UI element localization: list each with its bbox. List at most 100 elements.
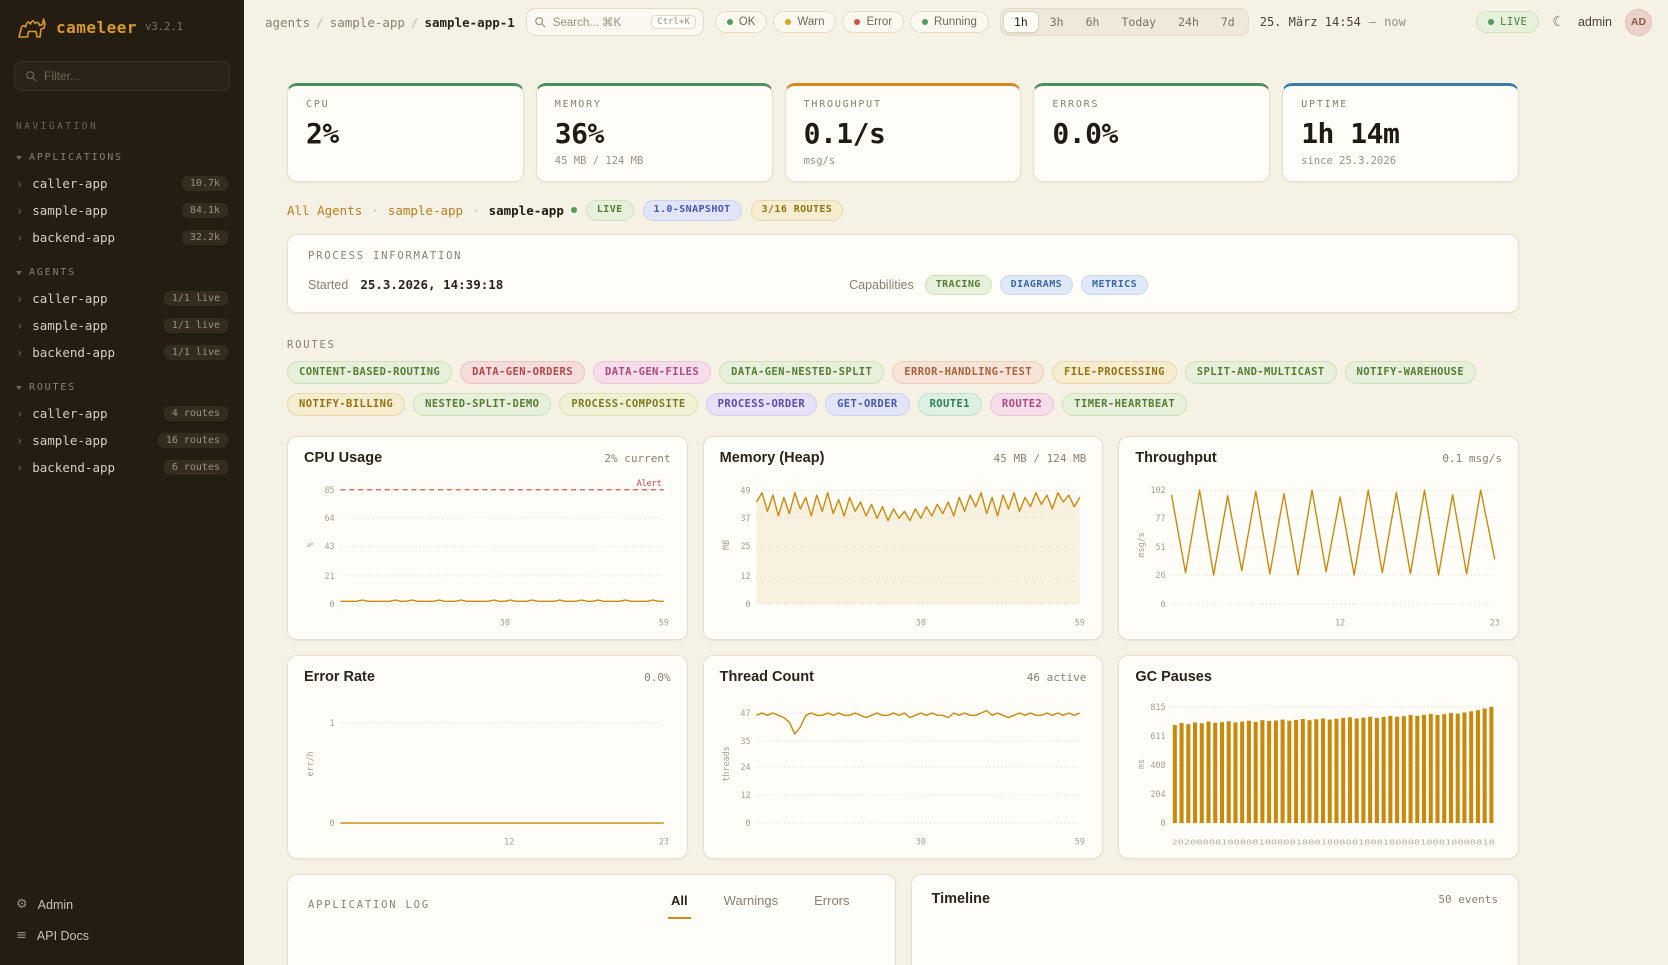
process-info-title: PROCESS INFORMATION [308,250,1498,262]
date-range-picker[interactable]: 25. März 14:54 — now [1260,15,1406,29]
sidebar-footer-admin[interactable]: ⚙Admin [16,897,228,912]
log-tab-warnings[interactable]: Warnings [721,891,781,919]
sidebar-item-badge: 1/1 live [164,345,228,360]
sidebar-item-agents-caller-app[interactable]: ›caller-app1/1 live [0,285,244,312]
route-pill-route2[interactable]: ROUTE2 [990,393,1054,416]
sidebar-group-header-applications[interactable]: APPLICATIONS [0,136,244,170]
chart-card-cpu-usage: CPU Usage2% current856443210%3059Alert [287,436,688,640]
stat-card-memory: MEMORY36%45 MB / 124 MB [536,83,773,182]
topbar-right: LIVE ☾ admin AD [1476,9,1652,36]
status-filter-running[interactable]: Running [910,11,989,33]
breadcrumb-item-sample-app[interactable]: sample-app [330,15,405,30]
sidebar-item-applications-sample-app[interactable]: ›sample-app84.1k [0,197,244,224]
route-pill-data-gen-files[interactable]: DATA-GEN-FILES [593,361,711,384]
stat-card-throughput: THROUGHPUT0.1/smsg/s [785,83,1022,182]
status-filter-error[interactable]: Error [842,11,904,33]
avatar[interactable]: AD [1625,9,1652,36]
status-filter-ok[interactable]: OK [715,11,768,33]
log-tab-errors[interactable]: Errors [811,891,852,919]
route-pill-notify-warehouse[interactable]: NOTIFY-WAREHOUSE [1345,361,1477,384]
agent-badge-live: LIVE [586,200,634,221]
route-pill-nested-split-demo[interactable]: NESTED-SPLIT-DEMO [413,393,551,416]
agent-current: sample-app [489,203,564,218]
sidebar-item-badge: 84.1k [182,203,228,218]
sidebar-item-applications-backend-app[interactable]: ›backend-app32.2k [0,224,244,251]
navigation-label: NAVIGATION [0,91,244,136]
route-pill-timer-heartbeat[interactable]: TIMER-HEARTBEAT [1062,393,1187,416]
route-pill-data-gen-nested-split[interactable]: DATA-GEN-NESTED-SPLIT [719,361,884,384]
log-tab-all[interactable]: All [668,891,691,919]
camel-logo-icon [16,15,48,39]
svg-text:12: 12 [740,790,750,800]
live-dot-icon [1488,19,1494,25]
svg-text:51: 51 [1156,542,1166,552]
route-pill-split-and-multicast[interactable]: SPLIT-AND-MULTICAST [1185,361,1337,384]
svg-text:49: 49 [740,486,750,496]
svg-text:85: 85 [324,485,334,495]
svg-text:23: 23 [659,837,669,847]
svg-text:21: 21 [324,571,334,581]
chart-gc-pauses: 8156114082040ms2020080818080818080818081… [1135,689,1502,851]
breadcrumb-item-agents[interactable]: agents [265,15,310,30]
sidebar-item-agents-backend-app[interactable]: ›backend-app1/1 live [0,339,244,366]
chevron-right-icon: › [16,408,23,420]
sidebar-item-applications-caller-app[interactable]: ›caller-app10.7k [0,170,244,197]
route-pill-get-order[interactable]: GET-ORDER [825,393,910,416]
route-pill-notify-billing[interactable]: NOTIFY-BILLING [287,393,405,416]
route-pill-file-processing[interactable]: FILE-PROCESSING [1052,361,1177,384]
stat-cards: CPU2%MEMORY36%45 MB / 124 MBTHROUGHPUT0.… [287,83,1519,182]
sidebar-group-header-agents[interactable]: AGENTS [0,251,244,285]
sidebar-item-routes-caller-app[interactable]: ›caller-app4 routes [0,400,244,427]
sidebar-item-agents-sample-app[interactable]: ›sample-app1/1 live [0,312,244,339]
search-icon [25,70,37,82]
sidebar-item-badge: 4 routes [164,406,228,421]
sidebar-group-header-routes[interactable]: ROUTES [0,366,244,400]
chart-throughput: 1027751260msg/s1223 [1135,470,1502,632]
app-root: cameleer v3.2.1 Filter... NAVIGATION APP… [0,0,1668,965]
chart-title: Thread Count [720,669,814,685]
sidebar-item-badge: 1/1 live [164,291,228,306]
route-pill-content-based-routing[interactable]: CONTENT-BASED-ROUTING [287,361,452,384]
time-range-switcher: 1h3h6hToday24h7d [1000,8,1249,36]
time-range-today[interactable]: Today [1110,11,1167,33]
route-pill-process-composite[interactable]: PROCESS-COMPOSITE [559,393,697,416]
time-range-7d[interactable]: 7d [1210,11,1246,33]
breadcrumb-separator: / [411,15,419,30]
sidebar-footer: ⚙Admin ≡API Docs [0,883,244,965]
time-range-1h[interactable]: 1h [1003,11,1039,33]
sidebar-item-label: caller-app [32,291,107,306]
route-pill-error-handling-test[interactable]: ERROR-HANDLING-TEST [892,361,1044,384]
status-filter-warn[interactable]: Warn [773,11,836,33]
time-range-24h[interactable]: 24h [1167,11,1210,33]
app-logo[interactable]: cameleer v3.2.1 [0,0,244,55]
sidebar-groups: APPLICATIONS›caller-app10.7k›sample-app8… [0,136,244,481]
separator: · [472,203,480,218]
charts-grid: CPU Usage2% current856443210%3059AlertMe… [287,436,1519,858]
svg-text:0: 0 [1161,818,1166,828]
process-info-row: Started 25.3.2026, 14:39:18 Capabilities… [308,275,1498,296]
time-range-6h[interactable]: 6h [1075,11,1111,33]
stat-value: 0.0% [1052,117,1251,150]
time-range-3h[interactable]: 3h [1039,11,1075,33]
filter-input[interactable]: Filter... [14,61,230,91]
route-pill-process-order[interactable]: PROCESS-ORDER [706,393,817,416]
agent-link-all-agents[interactable]: All Agents [287,203,362,218]
sidebar-group-title: AGENTS [29,267,76,278]
search-input[interactable]: Search... ⌘K Ctrl+K [526,8,704,36]
agent-link-sample-app[interactable]: sample-app [388,203,463,218]
sidebar-item-routes-sample-app[interactable]: ›sample-app16 routes [0,427,244,454]
sidebar-item-routes-backend-app[interactable]: ›backend-app6 routes [0,454,244,481]
main-area: agents/sample-app/sample-app-1 Search...… [244,0,1668,965]
route-pill-data-gen-orders[interactable]: DATA-GEN-ORDERS [460,361,585,384]
timeline-title: Timeline [932,891,991,907]
route-pill-route1[interactable]: ROUTE1 [918,393,982,416]
sidebar: cameleer v3.2.1 Filter... NAVIGATION APP… [0,0,244,965]
sidebar-footer-api-docs[interactable]: ≡API Docs [16,928,228,943]
sidebar-group-routes: ROUTES›caller-app4 routes›sample-app16 r… [0,366,244,481]
chart-header: CPU Usage2% current [304,450,671,466]
dark-mode-toggle[interactable]: ☾ [1552,14,1565,30]
chart-title: Memory (Heap) [720,450,825,466]
process-info-card: PROCESS INFORMATION Started 25.3.2026, 1… [287,234,1519,314]
chart-body: 493725120MB3059 [720,470,1087,632]
sidebar-group-agents: AGENTS›caller-app1/1 live›sample-app1/1 … [0,251,244,366]
